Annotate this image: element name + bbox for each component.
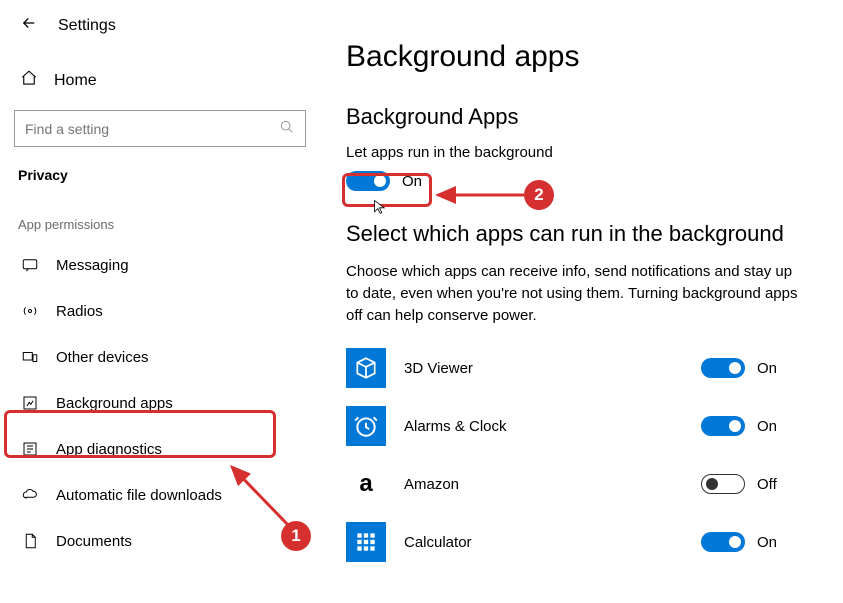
app-toggle-state: On (757, 418, 777, 435)
section-label: App permissions (14, 201, 306, 242)
home-icon (20, 69, 38, 92)
section-title-background-apps: Background Apps (346, 104, 801, 130)
sidebar-item-app-diagnostics[interactable]: App diagnostics (14, 426, 306, 472)
app-row-calculator: Calculator On (346, 522, 801, 562)
app-name: Amazon (404, 476, 683, 493)
app-toggle-amazon[interactable] (701, 474, 745, 494)
sidebar-item-radios[interactable]: Radios (14, 288, 306, 334)
devices-icon (20, 348, 40, 366)
run-background-label: Let apps run in the background (346, 144, 801, 161)
sidebar-item-documents[interactable]: Documents (14, 518, 306, 564)
sidebar-item-messaging[interactable]: Messaging (14, 242, 306, 288)
message-icon (20, 256, 40, 274)
app-toggle-state: On (757, 360, 777, 377)
search-input[interactable] (14, 110, 306, 147)
app-toggle-state: Off (757, 476, 777, 493)
app-name: 3D Viewer (404, 360, 683, 377)
document-icon (20, 532, 40, 550)
background-apps-icon (20, 394, 40, 412)
sidebar-item-label: App diagnostics (56, 441, 162, 458)
app-icon-alarms-clock (346, 406, 386, 446)
sidebar-item-label: Other devices (56, 349, 149, 366)
app-icon-calculator (346, 522, 386, 562)
sidebar-item-label: Radios (56, 303, 103, 320)
master-toggle[interactable] (346, 171, 390, 191)
diagnostics-icon (20, 440, 40, 458)
sidebar-item-label: Messaging (56, 257, 129, 274)
section-title-select-apps: Select which apps can run in the backgro… (346, 221, 801, 247)
category-label: Privacy (14, 147, 306, 201)
main-content: Background apps Background Apps Let apps… (320, 0, 843, 603)
app-row-3d-viewer: 3D Viewer On (346, 348, 801, 388)
sidebar-item-label: Automatic file downloads (56, 487, 222, 504)
sidebar-item-label: Background apps (56, 395, 173, 412)
page-title: Background apps (346, 40, 801, 74)
search-field[interactable] (25, 121, 279, 137)
search-icon (279, 119, 295, 138)
sidebar-item-background-apps[interactable]: Background apps (14, 380, 306, 426)
app-row-amazon: a Amazon Off (346, 464, 801, 504)
cloud-download-icon (20, 486, 40, 504)
back-icon[interactable] (20, 14, 38, 37)
app-icon-3d-viewer (346, 348, 386, 388)
nav-home-label: Home (54, 72, 97, 90)
app-toggle-3d-viewer[interactable] (701, 358, 745, 378)
app-row-alarms-clock: Alarms & Clock On (346, 406, 801, 446)
app-toggle-alarms-clock[interactable] (701, 416, 745, 436)
window-title: Settings (58, 17, 116, 35)
sidebar-item-other-devices[interactable]: Other devices (14, 334, 306, 380)
nav-home[interactable]: Home (14, 57, 306, 104)
description-text: Choose which apps can receive info, send… (346, 261, 801, 326)
app-name: Calculator (404, 534, 683, 551)
app-toggle-calculator[interactable] (701, 532, 745, 552)
app-icon-amazon: a (346, 464, 386, 504)
master-toggle-state: On (402, 173, 422, 190)
sidebar: Settings Home Privacy App permissions (0, 0, 320, 603)
app-name: Alarms & Clock (404, 418, 683, 435)
radio-icon (20, 302, 40, 320)
sidebar-item-automatic-file-downloads[interactable]: Automatic file downloads (14, 472, 306, 518)
app-toggle-state: On (757, 534, 777, 551)
sidebar-item-label: Documents (56, 533, 132, 550)
